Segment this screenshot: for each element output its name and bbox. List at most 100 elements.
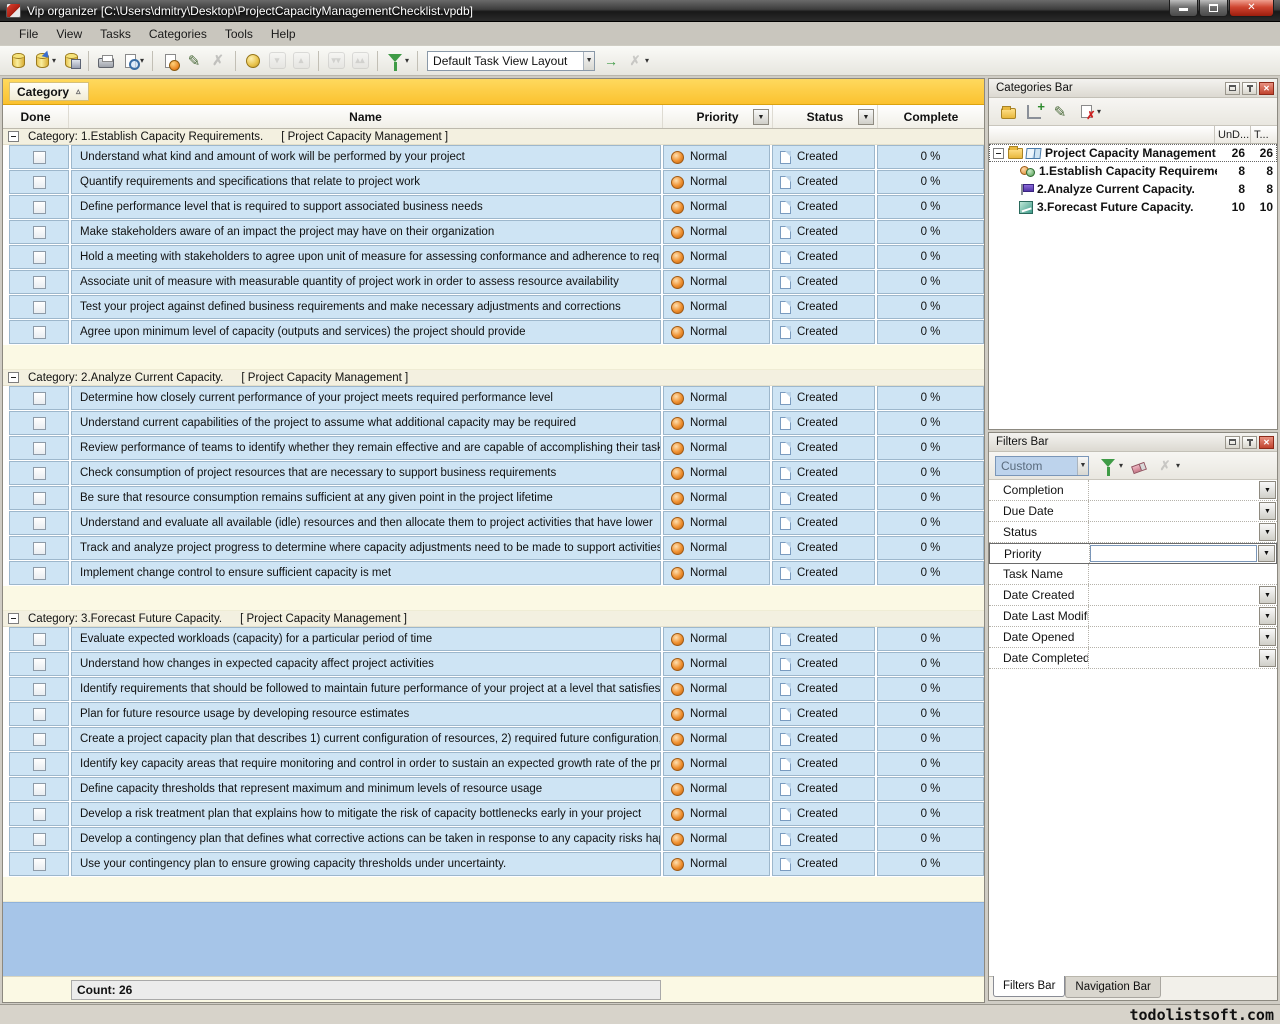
task-status-cell[interactable]: Created <box>772 411 875 435</box>
task-complete-cell[interactable]: 0 % <box>877 627 984 651</box>
task-name-cell[interactable]: Understand what kind and amount of work … <box>71 145 661 169</box>
panel-pin-button[interactable] <box>1242 82 1257 95</box>
task-name-cell[interactable]: Evaluate expected workloads (capacity) f… <box>71 627 661 651</box>
task-priority-cell[interactable]: Normal <box>663 727 770 751</box>
menu-item-categories[interactable]: Categories <box>140 24 216 44</box>
save-database-button[interactable] <box>59 50 83 72</box>
task-name-cell[interactable]: Make stakeholders aware of an impact the… <box>71 220 661 244</box>
task-status-cell[interactable]: Created <box>772 436 875 460</box>
collapse-icon[interactable] <box>8 613 19 624</box>
task-checkbox[interactable] <box>33 326 46 339</box>
task-priority-cell[interactable]: Normal <box>663 320 770 344</box>
add-subcategory-button[interactable] <box>1021 101 1047 123</box>
task-name-cell[interactable]: Define capacity thresholds that represen… <box>71 777 661 801</box>
panel-restore-button[interactable] <box>1225 82 1240 95</box>
task-complete-cell[interactable]: 0 % <box>877 170 984 194</box>
task-status-cell[interactable]: Created <box>772 461 875 485</box>
task-checkbox[interactable] <box>33 783 46 796</box>
task-priority-cell[interactable]: Normal <box>663 486 770 510</box>
delete-category-button[interactable] <box>1073 101 1099 123</box>
apply-layout-button[interactable]: → <box>599 50 623 72</box>
task-name-cell[interactable]: Associate unit of measure with measurabl… <box>71 270 661 294</box>
task-checkbox[interactable] <box>33 808 46 821</box>
chevron-down-icon[interactable]: ▼ <box>1077 457 1088 475</box>
task-checkbox[interactable] <box>33 858 46 871</box>
task-checkbox[interactable] <box>33 392 46 405</box>
move-top-button[interactable]: ▴▴ <box>348 50 372 72</box>
move-bottom-button[interactable]: ▾▾ <box>324 50 348 72</box>
edit-task-button[interactable]: ✎ <box>182 50 206 72</box>
task-checkbox[interactable] <box>33 442 46 455</box>
task-checkbox[interactable] <box>33 567 46 580</box>
task-name-cell[interactable]: Identify key capacity areas that require… <box>71 752 661 776</box>
apply-filter-button[interactable] <box>1095 455 1121 477</box>
task-checkbox[interactable] <box>33 301 46 314</box>
task-priority-cell[interactable]: Normal <box>663 627 770 651</box>
task-complete-cell[interactable]: 0 % <box>877 752 984 776</box>
task-complete-cell[interactable]: 0 % <box>877 411 984 435</box>
task-checkbox[interactable] <box>33 417 46 430</box>
task-name-cell[interactable]: Determine how closely current performanc… <box>71 386 661 410</box>
column-header-status[interactable]: Status ▼ <box>773 105 878 128</box>
filter-value-input[interactable] <box>1090 545 1257 562</box>
task-checkbox[interactable] <box>33 708 46 721</box>
new-category-button[interactable] <box>995 101 1021 123</box>
new-database-button[interactable] <box>6 50 30 72</box>
panel-close-button[interactable]: ✕ <box>1259 82 1274 95</box>
task-complete-cell[interactable]: 0 % <box>877 827 984 851</box>
task-complete-cell[interactable]: 0 % <box>877 386 984 410</box>
task-complete-cell[interactable]: 0 % <box>877 852 984 876</box>
task-priority-cell[interactable]: Normal <box>663 561 770 585</box>
task-checkbox[interactable] <box>33 542 46 555</box>
task-checkbox[interactable] <box>33 176 46 189</box>
task-priority-cell[interactable]: Normal <box>663 752 770 776</box>
task-status-cell[interactable]: Created <box>772 852 875 876</box>
collapse-icon[interactable] <box>8 131 19 142</box>
restore-button[interactable] <box>1199 0 1228 17</box>
task-status-cell[interactable]: Created <box>772 752 875 776</box>
filter-preset-combo[interactable]: Custom ▼ <box>995 456 1089 476</box>
task-name-cell[interactable]: Quantify requirements and specifications… <box>71 170 661 194</box>
task-complete-cell[interactable]: 0 % <box>877 677 984 701</box>
delete-task-button[interactable]: ✗ <box>206 50 230 72</box>
tree-category-item[interactable]: 1.Establish Capacity Requirements.88 <box>989 162 1277 180</box>
move-up-button[interactable]: ▴ <box>289 50 313 72</box>
task-status-cell[interactable]: Created <box>772 777 875 801</box>
task-name-cell[interactable]: Use your contingency plan to ensure grow… <box>71 852 661 876</box>
filter-row-status[interactable]: Status▼ <box>989 522 1277 543</box>
category-group-row[interactable]: Category: 1.Establish Capacity Requireme… <box>3 129 984 145</box>
move-down-button[interactable]: ▾ <box>265 50 289 72</box>
clear-filter-button[interactable] <box>1126 455 1152 477</box>
task-priority-cell[interactable]: Normal <box>663 436 770 460</box>
filter-row-task-name[interactable]: Task Name <box>989 564 1277 585</box>
task-checkbox[interactable] <box>33 758 46 771</box>
chevron-down-icon[interactable]: ▼ <box>583 52 594 70</box>
task-status-cell[interactable]: Created <box>772 536 875 560</box>
filter-row-date-last-modified[interactable]: Date Last Modified▼ <box>989 606 1277 627</box>
task-status-cell[interactable]: Created <box>772 145 875 169</box>
task-priority-cell[interactable]: Normal <box>663 386 770 410</box>
task-checkbox[interactable] <box>33 658 46 671</box>
task-complete-cell[interactable]: 0 % <box>877 295 984 319</box>
filter-button[interactable] <box>383 50 407 72</box>
task-status-cell[interactable]: Created <box>772 486 875 510</box>
task-status-cell[interactable]: Created <box>772 386 875 410</box>
task-checkbox[interactable] <box>33 276 46 289</box>
task-name-cell[interactable]: Develop a risk treatment plan that expla… <box>71 802 661 826</box>
task-complete-cell[interactable]: 0 % <box>877 561 984 585</box>
task-complete-cell[interactable]: 0 % <box>877 536 984 560</box>
task-name-cell[interactable]: Create a project capacity plan that desc… <box>71 727 661 751</box>
task-complete-cell[interactable]: 0 % <box>877 436 984 460</box>
task-status-cell[interactable]: Created <box>772 802 875 826</box>
chevron-down-icon[interactable]: ▼ <box>1259 523 1276 541</box>
task-complete-cell[interactable]: 0 % <box>877 511 984 535</box>
task-status-cell[interactable]: Created <box>772 727 875 751</box>
task-status-cell[interactable]: Created <box>772 220 875 244</box>
print-button[interactable] <box>94 50 118 72</box>
task-name-cell[interactable]: Plan for future resource usage by develo… <box>71 702 661 726</box>
task-priority-cell[interactable]: Normal <box>663 295 770 319</box>
new-task-button[interactable] <box>158 50 182 72</box>
tab-navigation-bar[interactable]: Navigation Bar <box>1065 977 1160 998</box>
tree-category-item[interactable]: 2.Analyze Current Capacity.88 <box>989 180 1277 198</box>
filter-row-due-date[interactable]: Due Date▼ <box>989 501 1277 522</box>
